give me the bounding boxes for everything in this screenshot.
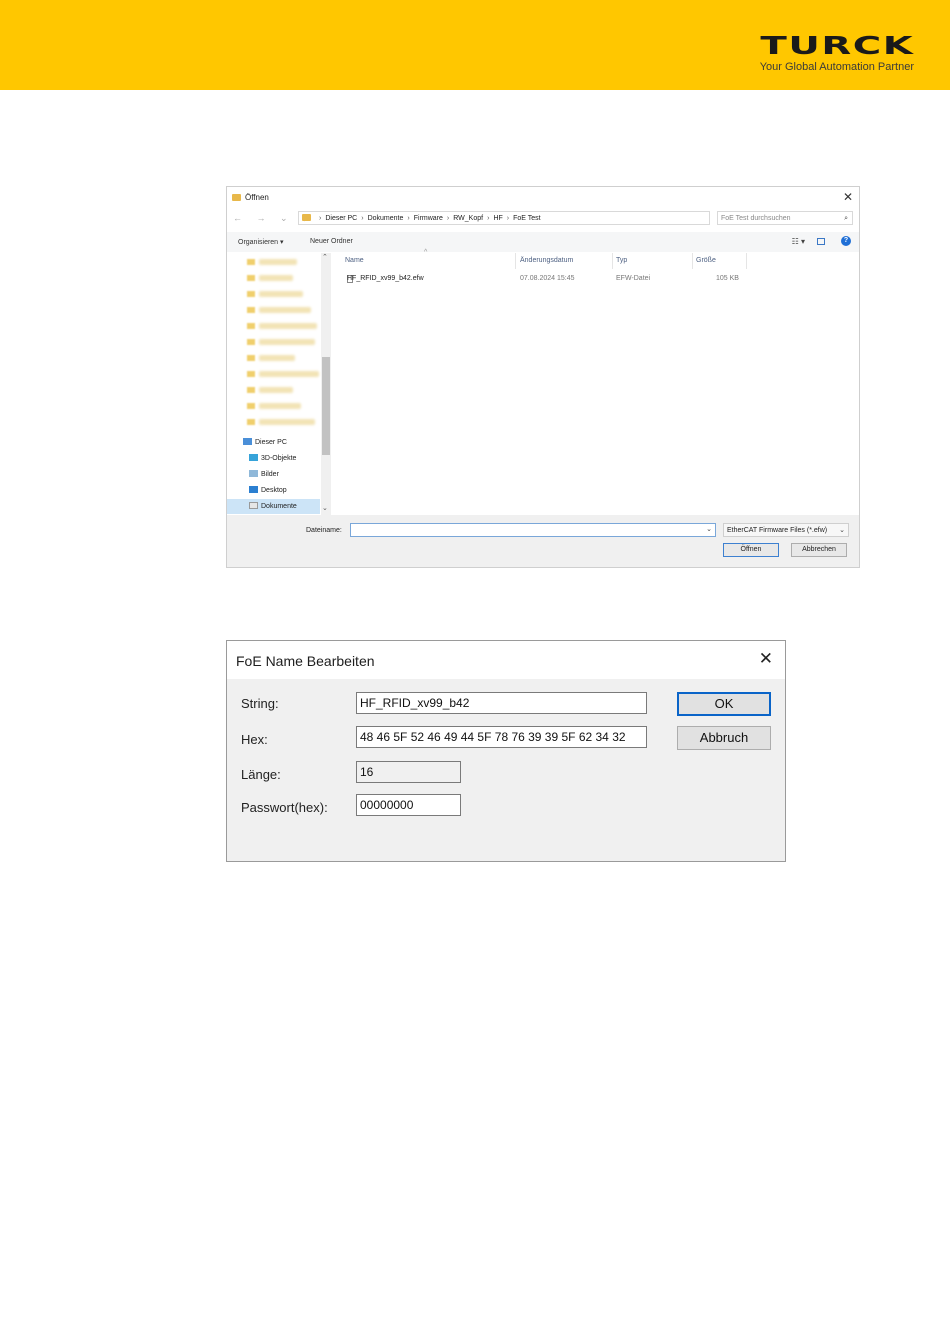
breadcrumb-item[interactable]: Dokumente [368,215,404,222]
nav-item-pictures[interactable]: Bilder [249,470,279,478]
breadcrumb-item[interactable]: RW_Kopf [453,215,483,222]
view-options-icon[interactable]: ☷ ▾ [792,237,805,246]
breadcrumb-item[interactable]: Dieser PC [325,215,357,222]
dialog-title: Öffnen [232,193,269,202]
file-date: 07.08.2024 15:45 [520,275,575,282]
open-file-dialog: Öffnen ✕ ← → ⌄ ↑ › Dieser PC › Dokumente › Fi… [226,186,860,568]
desktop-icon [249,486,258,493]
search-icon: ⌕ [844,215,848,222]
password-label: Passwort(hex): [241,800,328,815]
nav-item-this-pc[interactable]: Dieser PC [243,438,287,446]
chevron-down-icon[interactable]: ⌄ [706,525,712,533]
pictures-icon [249,470,258,477]
computer-icon [243,438,252,445]
string-label: String: [241,696,279,711]
file-size: 105 KB [716,275,739,282]
chevron-down-icon[interactable]: ⌄ [839,524,845,536]
breadcrumb-item[interactable]: HF [493,215,502,222]
close-icon[interactable]: ✕ [759,650,773,667]
scroll-thumb[interactable] [322,357,330,455]
chevron-up-icon[interactable]: ⌃ [322,253,328,261]
page-header: TURCK Your Global Automation Partner [0,0,950,90]
password-input[interactable]: 00000000 [356,794,461,816]
breadcrumb-item[interactable]: FoE Test [513,215,541,222]
nav-item-desktop[interactable]: Desktop [249,486,287,494]
preview-pane-icon[interactable] [817,238,825,245]
chevron-down-icon[interactable]: ⌄ [322,504,328,512]
column-header-size[interactable]: Größe [696,257,716,264]
folder-icon [302,214,311,221]
search-input[interactable]: FoE Test durchsuchen ⌕ [717,211,853,225]
hex-label: Hex: [241,732,268,747]
toolbar: Organisieren ▾ Neuer Ordner ☷ ▾ ? [227,232,859,252]
nav-item-3d-objects[interactable]: 3D-Objekte [249,454,296,462]
nav-item-documents[interactable]: Dokumente [249,502,297,510]
cancel-button[interactable]: Abbrechen [791,543,847,557]
open-button[interactable]: Öffnen [723,543,779,557]
length-label: Länge: [241,767,281,782]
help-icon[interactable]: ? [841,236,851,246]
foe-name-dialog: FoE Name Bearbeiten ✕ String: HF_RFID_xv… [226,640,786,862]
hex-input[interactable]: 48 46 5F 52 46 49 44 5F 78 76 39 39 5F 6… [356,726,647,748]
documents-icon [249,502,258,509]
file-name: HF_RFID_xv99_b42.efw [347,275,424,282]
dialog-title: FoE Name Bearbeiten [236,653,375,669]
sort-caret-icon: ^ [424,249,428,256]
file-row[interactable]: HF_RFID_xv99_b42.efw 07.08.2024 15:45 EF… [345,275,745,287]
nav-scrollbar[interactable]: ⌃ ⌄ [321,253,331,515]
length-field: 16 [356,761,461,783]
folder-icon [232,194,241,201]
abort-button[interactable]: Abbruch [677,726,771,750]
dialog-titlebar: FoE Name Bearbeiten ✕ [227,641,785,679]
breadcrumb-item[interactable]: Firmware [414,215,443,222]
string-input[interactable]: HF_RFID_xv99_b42 [356,692,647,714]
column-header-name[interactable]: Name [345,257,364,264]
organize-button[interactable]: Organisieren ▾ [238,238,284,246]
close-icon[interactable]: ✕ [843,190,853,204]
filename-label: Dateiname: [306,527,342,534]
file-type-filter[interactable]: EtherCAT Firmware Files (*.efw) ⌄ [723,523,849,537]
file-type: EFW-Datei [616,275,651,282]
column-header-type[interactable]: Typ [616,257,627,264]
ok-button[interactable]: OK [677,692,771,716]
column-header-date[interactable]: Änderungsdatum [520,257,573,264]
3d-objects-icon [249,454,258,461]
new-folder-button[interactable]: Neuer Ordner [310,238,353,245]
navigation-pane: Dieser PC 3D-Objekte Bilder Desktop Doku… [227,253,321,515]
turck-logo: TURCK [760,31,914,60]
address-bar[interactable]: › Dieser PC › Dokumente › Firmware › RW_Kopf › HF… [298,211,710,225]
dialog-footer: Dateiname: ⌄ EtherCAT Firmware Files (*.… [227,515,859,567]
logo-tagline: Your Global Automation Partner [759,61,914,73]
filename-input[interactable]: ⌄ [350,523,716,537]
